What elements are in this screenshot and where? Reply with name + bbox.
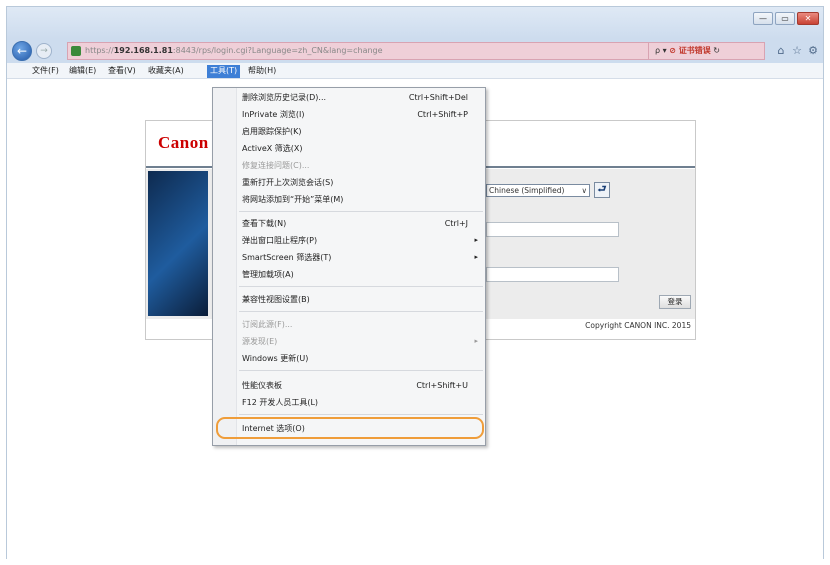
certificate-error-indicator[interactable]: ⊘ 证书错误 xyxy=(669,46,711,55)
menu-separator xyxy=(239,286,483,287)
menu-item-smartscreen[interactable]: SmartScreen 筛选器(T) ▸ xyxy=(242,250,482,265)
maximize-button[interactable]: ▭ xyxy=(775,12,795,25)
menu-view[interactable]: 查看(V) xyxy=(105,65,139,78)
menu-item-windows-update[interactable]: Windows 更新(U) xyxy=(242,351,482,366)
menu-item-performance-dashboard[interactable]: 性能仪表板 Ctrl+Shift+U xyxy=(242,378,482,393)
menu-item-reopen-session[interactable]: 重新打开上次浏览会话(S) xyxy=(242,175,482,190)
refresh-icon[interactable]: ↻ xyxy=(713,46,720,55)
site-favicon-icon xyxy=(71,46,81,56)
menu-separator xyxy=(239,370,483,371)
copyright-text: Copyright CANON INC. 2015 xyxy=(585,321,691,330)
banner-image xyxy=(148,171,208,316)
menu-item-add-to-start[interactable]: 将网站添加到“开始”菜单(M) xyxy=(242,192,482,207)
highlight-ring xyxy=(216,417,484,439)
menu-item-tracking-protection[interactable]: 启用跟踪保护(K) xyxy=(242,124,482,139)
address-tools: ρ ▾ ⊘ 证书错误 ↻ xyxy=(649,42,765,60)
menu-item-manage-addons[interactable]: 管理加载项(A) xyxy=(242,267,482,282)
menu-item-f12-tools[interactable]: F12 开发人员工具(L) xyxy=(242,395,482,410)
chevron-down-icon: ∨ xyxy=(581,186,588,195)
language-apply-button[interactable]: ⮐ xyxy=(594,182,610,198)
submenu-arrow-icon: ▸ xyxy=(474,236,478,244)
menu-file[interactable]: 文件(F) xyxy=(29,65,62,78)
menu-item-view-downloads[interactable]: 查看下载(N) Ctrl+J xyxy=(242,216,482,231)
menu-separator xyxy=(239,311,483,312)
close-button[interactable]: ✕ xyxy=(797,12,819,25)
forward-button[interactable]: → xyxy=(36,43,52,59)
user-name-field[interactable] xyxy=(486,222,619,237)
menu-help[interactable]: 帮助(H) xyxy=(245,65,279,78)
password-field[interactable] xyxy=(486,267,619,282)
submenu-arrow-icon: ▸ xyxy=(474,337,478,345)
menu-separator xyxy=(239,211,483,212)
browser-window: — ▭ ✕ ← → https://192.168.1.81:8443/rps/… xyxy=(6,6,824,559)
menu-tools[interactable]: 工具(T) xyxy=(207,65,241,78)
title-bar: — ▭ ✕ xyxy=(7,7,823,39)
settings-gear-icon[interactable]: ⚙ xyxy=(806,44,820,58)
favorites-star-icon[interactable]: ☆ xyxy=(790,44,804,58)
menu-favorites[interactable]: 收藏夹(A) xyxy=(145,65,187,78)
menu-bar: 文件(F) 编辑(E) 查看(V) 收藏夹(A) 工具(T) 帮助(H) xyxy=(7,63,823,79)
menu-item-activex-filtering[interactable]: ActiveX 筛选(X) xyxy=(242,141,482,156)
login-button[interactable]: 登录 xyxy=(659,295,691,309)
back-button[interactable]: ← xyxy=(12,41,32,61)
language-select[interactable]: Chinese (Simplified) ∨ xyxy=(486,184,590,197)
menu-separator xyxy=(239,414,483,415)
search-icon[interactable]: ρ ▾ xyxy=(655,46,667,55)
address-bar[interactable]: https://192.168.1.81:8443/rps/login.cgi?… xyxy=(67,42,649,60)
menu-item-inprivate[interactable]: InPrivate 浏览(I) Ctrl+Shift+P xyxy=(242,107,482,122)
menu-edit[interactable]: 编辑(E) xyxy=(66,65,99,78)
menu-item-feed-discovery: 源发现(E) ▸ xyxy=(242,334,482,349)
menu-item-popup-blocker[interactable]: 弹出窗口阻止程序(P) ▸ xyxy=(242,233,482,248)
menu-item-subscribe-feed: 订阅此源(F)... xyxy=(242,320,293,329)
tools-dropdown-menu: 删除浏览历史记录(D)... Ctrl+Shift+Del InPrivate 浏… xyxy=(212,87,486,446)
submenu-arrow-icon: ▸ xyxy=(474,253,478,261)
canon-logo: Canon xyxy=(158,133,209,152)
shield-warning-icon: ⊘ xyxy=(669,46,676,55)
menu-item-compatibility-view[interactable]: 兼容性视图设置(B) xyxy=(242,292,482,307)
minimize-button[interactable]: — xyxy=(753,12,773,25)
address-url: https://192.168.1.81:8443/rps/login.cgi?… xyxy=(85,46,383,55)
menu-item-fix-connection: 修复连接问题(C)... xyxy=(242,161,310,170)
home-icon[interactable]: ⌂ xyxy=(774,44,788,58)
navigation-bar: ← → https://192.168.1.81:8443/rps/login.… xyxy=(7,39,823,63)
menu-item-delete-history[interactable]: 删除浏览历史记录(D)... Ctrl+Shift+Del xyxy=(242,90,482,105)
menu-icon-gutter xyxy=(213,88,237,445)
